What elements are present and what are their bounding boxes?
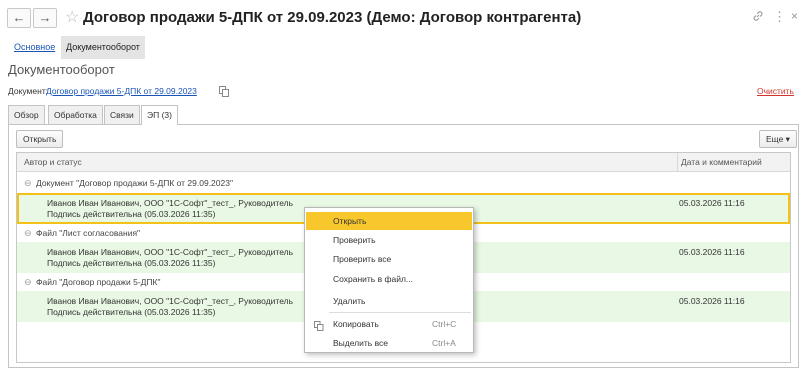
document-label: Документ:	[8, 86, 49, 96]
signature-status: Подпись действительна (05.03.2026 11:35)	[47, 258, 216, 268]
tab-main[interactable]: Основное	[9, 36, 60, 59]
signature-status: Подпись действительна (05.03.2026 11:35)	[47, 307, 216, 317]
close-icon[interactable]: ×	[791, 9, 798, 23]
column-author-status[interactable]: Автор и статус	[24, 157, 82, 167]
collapse-icon[interactable]: ⊖	[24, 274, 32, 291]
menu-item-open[interactable]: Открыть	[306, 212, 472, 230]
menu-item-check-all[interactable]: Проверить все	[306, 250, 472, 268]
group-title: Документ "Договор продажи 5-ДПК от 29.09…	[36, 178, 233, 188]
more-icon[interactable]: ⋮	[773, 9, 786, 25]
copy-icon[interactable]	[219, 84, 230, 97]
document-link[interactable]: Договор продажи 5-ДПК от 29.09.2023	[46, 86, 197, 96]
clear-link[interactable]: Очистить	[757, 86, 794, 96]
signature-date: 05.03.2026 11:16	[679, 296, 745, 306]
collapse-icon[interactable]: ⊖	[24, 225, 32, 242]
menu-item-delete[interactable]: Удалить	[306, 292, 472, 310]
column-date-comment[interactable]: Дата и комментарий	[681, 157, 762, 167]
tab-signatures[interactable]: ЭП (3)	[141, 105, 178, 125]
group-row[interactable]: ⊖ Документ "Договор продажи 5-ДПК от 29.…	[17, 175, 790, 192]
group-title: Файл "Лист согласования"	[36, 228, 141, 238]
tab-processing[interactable]: Обработка	[48, 105, 103, 124]
tab-document-flow[interactable]: Документооборот	[61, 36, 145, 59]
more-button[interactable]: Еще ▾	[759, 130, 797, 148]
link-icon[interactable]	[752, 10, 764, 25]
menu-item-check[interactable]: Проверить	[306, 231, 472, 249]
menu-item-copy[interactable]: Копировать Ctrl+C	[306, 315, 472, 333]
tab-overview[interactable]: Обзор	[8, 105, 45, 124]
section-title: Документооборот	[8, 62, 115, 77]
menu-item-select-all[interactable]: Выделить все Ctrl+A	[306, 334, 472, 352]
signature-date: 05.03.2026 11:16	[679, 198, 745, 208]
open-button[interactable]: Открыть	[16, 130, 64, 148]
signer-text: Иванов Иван Иванович, ООО "1С-Софт"_тест…	[47, 247, 294, 257]
tab-links[interactable]: Связи	[104, 105, 140, 124]
collapse-icon[interactable]: ⊖	[24, 175, 32, 192]
window-title: Договор продажи 5-ДПК от 29.09.2023 (Дем…	[83, 9, 582, 26]
group-title: Файл "Договор продажи 5-ДПК"	[36, 277, 161, 287]
signature-status: Подпись действительна (05.03.2026 11:35)	[47, 209, 216, 219]
signer-text: Иванов Иван Иванович, ООО "1С-Софт"_тест…	[47, 296, 294, 306]
forward-button[interactable]: →	[33, 8, 57, 28]
back-button[interactable]: ←	[7, 8, 31, 28]
select-all-shortcut: Ctrl+A	[432, 338, 456, 348]
signer-text: Иванов Иван Иванович, ООО "1С-Софт"_тест…	[47, 198, 294, 208]
favorite-star-icon[interactable]: ☆	[65, 7, 79, 27]
copy-shortcut: Ctrl+C	[432, 319, 457, 329]
table-header: Автор и статус Дата и комментарий	[17, 153, 790, 172]
signature-date: 05.03.2026 11:16	[679, 247, 745, 257]
context-menu: Открыть Проверить Проверить все Сохранит…	[304, 207, 474, 353]
menu-item-save-to-file[interactable]: Сохранить в файл...	[306, 270, 472, 288]
